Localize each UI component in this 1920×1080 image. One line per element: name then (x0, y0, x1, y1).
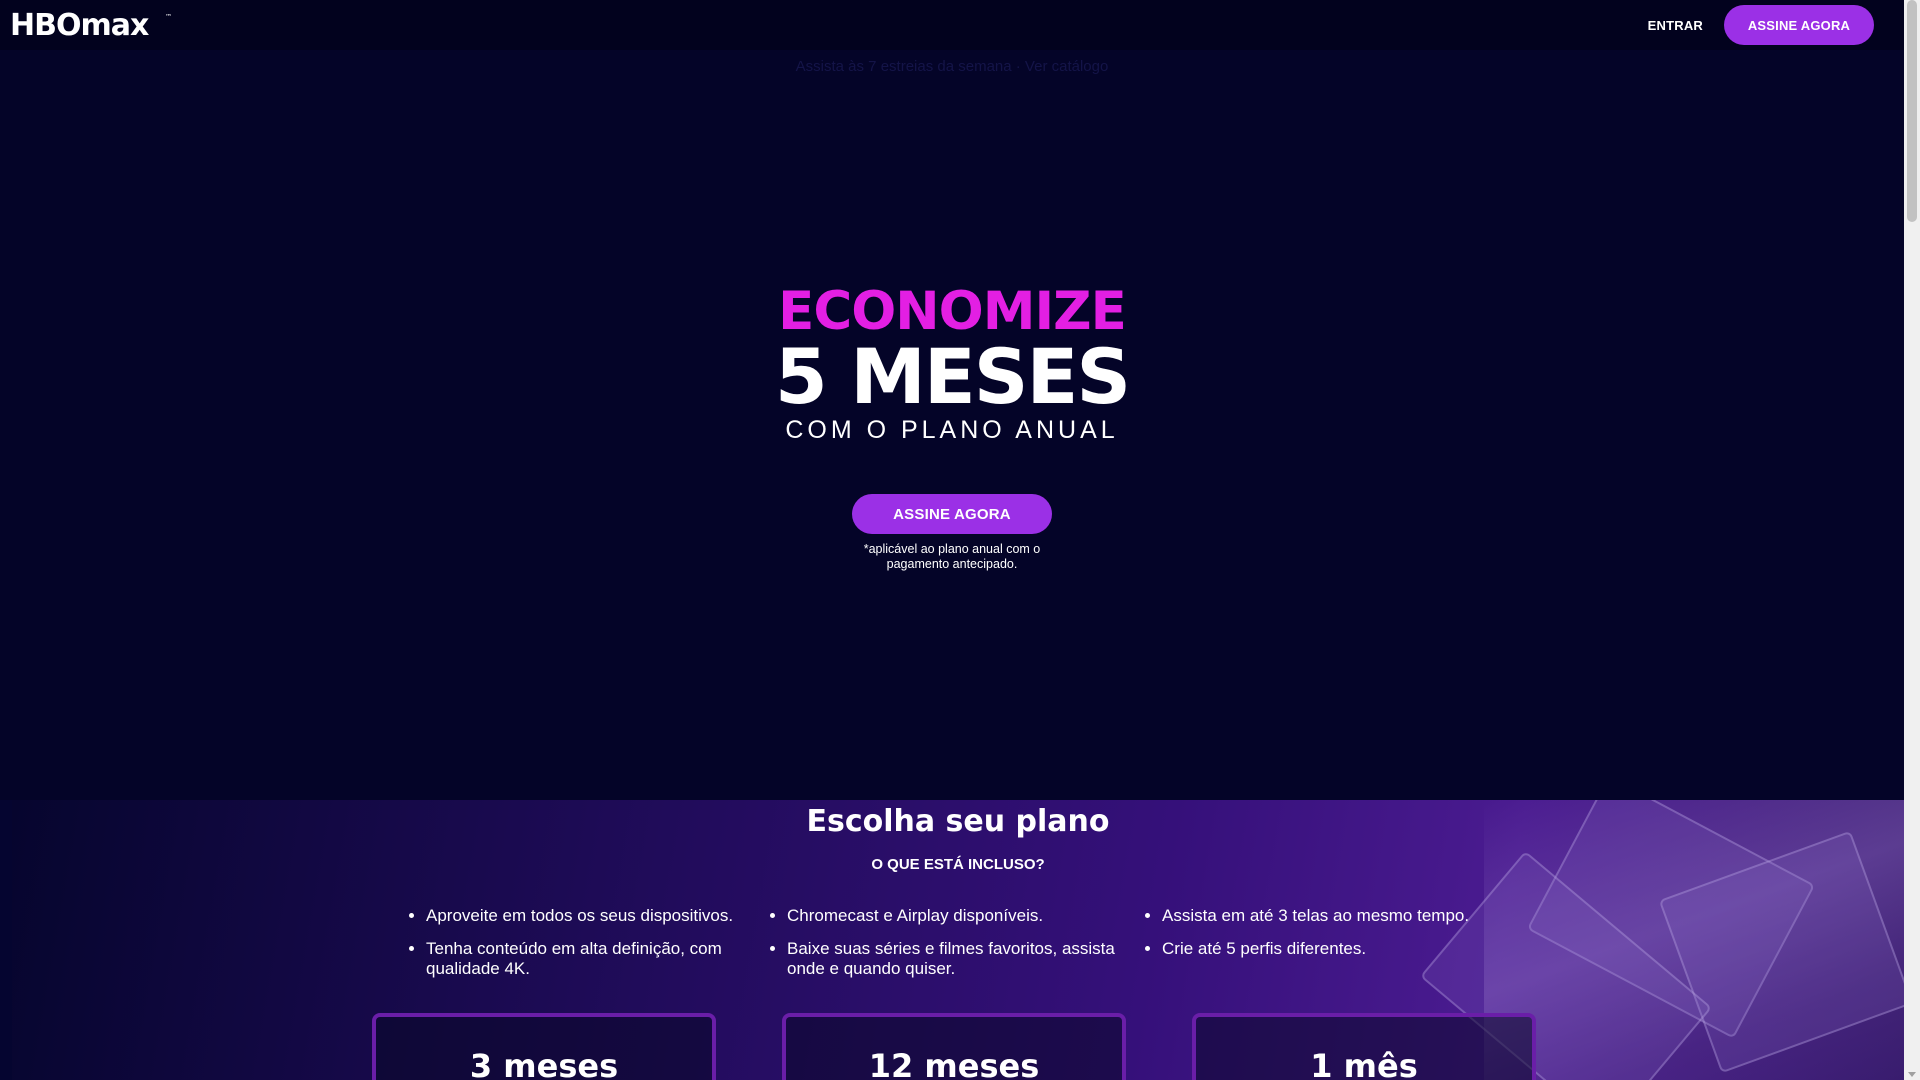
features-column-1: Aproveite em todos os seus dispositivos.… (408, 906, 766, 992)
feature-item: Baixe suas séries e filmes favoritos, as… (787, 939, 1137, 979)
hero-title-line3: COM O PLANO ANUAL (785, 416, 1119, 444)
page-viewport: ECONOMIZE 5 MESES COM O PLANO ANUAL ASSI… (0, 0, 1904, 1080)
svg-text:™: ™ (165, 13, 172, 21)
hero-title: ECONOMIZE 5 MESES COM O PLANO ANUAL (0, 285, 1904, 443)
header-subscribe-button[interactable]: ASSINE AGORA (1724, 5, 1874, 45)
feature-item: Tenha conteúdo em alta definição, com qu… (426, 939, 766, 979)
plan-card-title: 1 mês (1310, 1047, 1418, 1080)
hero-disclaimer: *aplicável ao plano anual com o pagament… (863, 542, 1041, 571)
plan-card-12-months[interactable]: 12 meses (782, 1013, 1126, 1080)
hero-title-line1: ECONOMIZE (778, 281, 1127, 342)
plan-card-3-months[interactable]: 3 meses (372, 1013, 716, 1080)
top-header: HBOmax ™ ENTRAR ASSINE AGORA (0, 0, 1904, 50)
hero-title-line2: 5 MESES (774, 332, 1131, 421)
plans-section: Escolha seu plano O QUE ESTÁ INCLUSO? Ap… (12, 800, 1904, 1080)
promo-text[interactable]: Assista às 7 estreias da semana · Ver ca… (0, 58, 1904, 75)
plan-card-1-month[interactable]: 1 mês (1192, 1013, 1536, 1080)
hero-section: ECONOMIZE 5 MESES COM O PLANO ANUAL ASSI… (0, 50, 1904, 800)
plans-title: Escolha seu plano (806, 804, 1110, 839)
scrollbar-thumb[interactable] (1907, 0, 1917, 222)
header-nav: ENTRAR ASSINE AGORA (1648, 5, 1874, 45)
login-link[interactable]: ENTRAR (1648, 18, 1703, 33)
feature-item: Crie até 5 perfis diferentes. (1162, 939, 1522, 959)
feature-item: Assista em até 3 telas ao mesmo tempo. (1162, 906, 1522, 926)
plans-subtitle: O QUE ESTÁ INCLUSO? (871, 856, 1045, 873)
feature-item: Aproveite em todos os seus dispositivos. (426, 906, 766, 926)
svg-text:HBOmax: HBOmax (10, 10, 149, 40)
feature-item: Chromecast e Airplay disponíveis. (787, 906, 1137, 926)
hbo-max-logo[interactable]: HBOmax ™ (10, 0, 172, 50)
background-artwork (1419, 800, 1904, 1080)
hbo-max-logo-icon: HBOmax ™ (10, 10, 172, 40)
plan-card-title: 3 meses (469, 1047, 619, 1080)
features-column-2: Chromecast e Airplay disponíveis. Baixe … (769, 906, 1137, 992)
plan-card-title: 12 meses (868, 1047, 1040, 1080)
hero-subscribe-button[interactable]: ASSINE AGORA (852, 494, 1052, 534)
scroll-down-arrow-icon[interactable] (1908, 1072, 1916, 1077)
page-scrollbar[interactable] (1904, 0, 1920, 1080)
features-column-3: Assista em até 3 telas ao mesmo tempo. C… (1144, 906, 1522, 972)
